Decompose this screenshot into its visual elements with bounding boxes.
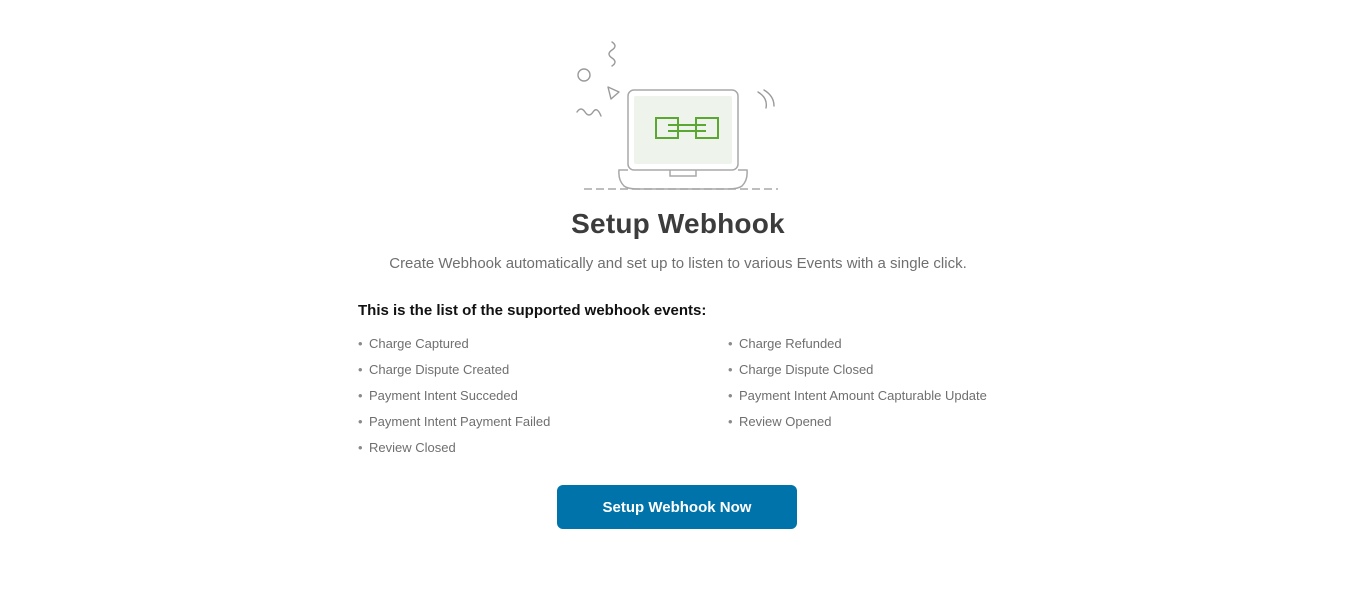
- bullet-icon: •: [358, 362, 363, 377]
- event-label: Charge Dispute Created: [369, 362, 510, 377]
- event-label: Charge Captured: [369, 336, 469, 351]
- event-label: Payment Intent Amount Capturable Update: [739, 388, 987, 403]
- event-label: Charge Refunded: [739, 336, 842, 351]
- list-item: • Charge Captured: [358, 334, 550, 360]
- setup-webhook-page: Setup Webhook Create Webhook automatical…: [0, 0, 1356, 606]
- bullet-icon: •: [728, 336, 733, 351]
- list-item: • Charge Dispute Created: [358, 360, 550, 386]
- bullet-icon: •: [358, 414, 363, 429]
- list-item: • Payment Intent Payment Failed: [358, 412, 550, 438]
- list-item: • Payment Intent Amount Capturable Update: [728, 386, 987, 412]
- events-heading: This is the list of the supported webhoo…: [358, 302, 707, 319]
- event-label: Review Opened: [739, 414, 832, 429]
- list-item: • Payment Intent Succeded: [358, 386, 550, 412]
- list-item: • Charge Dispute Closed: [728, 360, 987, 386]
- bullet-icon: •: [358, 440, 363, 455]
- page-title: Setup Webhook: [571, 208, 785, 239]
- list-item: • Review Closed: [358, 438, 550, 464]
- laptop-webhook-icon: [576, 41, 778, 190]
- event-label: Payment Intent Payment Failed: [369, 414, 551, 429]
- bullet-icon: •: [358, 336, 363, 351]
- bullet-icon: •: [728, 388, 733, 403]
- setup-webhook-now-button[interactable]: Setup Webhook Now: [557, 485, 797, 529]
- bullet-icon: •: [358, 388, 363, 403]
- event-label: Payment Intent Succeded: [369, 388, 518, 403]
- event-label: Charge Dispute Closed: [739, 362, 874, 377]
- bullet-icon: •: [728, 414, 733, 429]
- list-item: • Review Opened: [728, 412, 987, 438]
- list-item: • Charge Refunded: [728, 334, 987, 360]
- event-label: Review Closed: [369, 440, 456, 455]
- events-list-left: • Charge Captured • Charge Dispute Created…: [358, 334, 550, 464]
- events-list-right: • Charge Refunded • Charge Dispute Closed …: [728, 334, 987, 438]
- page-subtitle: Create Webhook automatically and set up …: [389, 255, 967, 272]
- bullet-icon: •: [728, 362, 733, 377]
